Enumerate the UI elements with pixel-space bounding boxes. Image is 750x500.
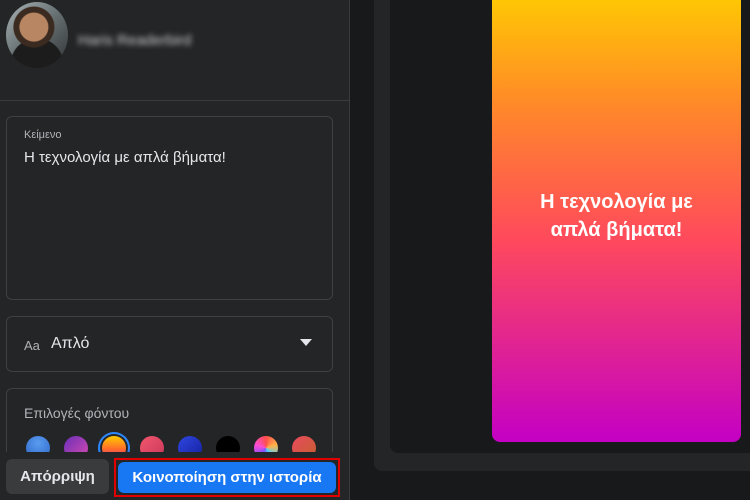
profile-header: Haris Readerbird [0, 0, 349, 101]
story-editor: Haris Readerbird Κείμενο Η τεχνολογία με… [0, 0, 750, 500]
font-dropdown-value: Απλό [51, 335, 90, 352]
chevron-down-icon[interactable] [300, 339, 312, 346]
share-to-story-button[interactable]: Κοινοποίηση στην ιστορία [118, 462, 336, 493]
text-field-label: Κείμενο [24, 129, 62, 141]
background-options-label: Επιλογές φόντου [24, 405, 130, 421]
editor-panel: Haris Readerbird Κείμενο Η τεχνολογία με… [0, 0, 350, 500]
action-bar: Απόρριψη Κοινοποίηση στην ιστορία [0, 452, 349, 500]
text-field[interactable]: Κείμενο Η τεχνολογία με απλά βήματα! [6, 116, 333, 300]
text-field-value[interactable]: Η τεχνολογία με απλά βήματα! [24, 149, 318, 166]
font-dropdown[interactable]: Aa Απλό [6, 316, 333, 372]
avatar [6, 2, 68, 68]
discard-button[interactable]: Απόρριψη [6, 459, 109, 494]
story-preview-text: Η τεχνολογία με απλά βήματα! [540, 191, 693, 241]
font-icon: Aa [24, 338, 40, 353]
story-preview-card: Η τεχνολογία με απλά βήματα! [492, 0, 741, 442]
profile-name: Haris Readerbird [78, 32, 192, 49]
